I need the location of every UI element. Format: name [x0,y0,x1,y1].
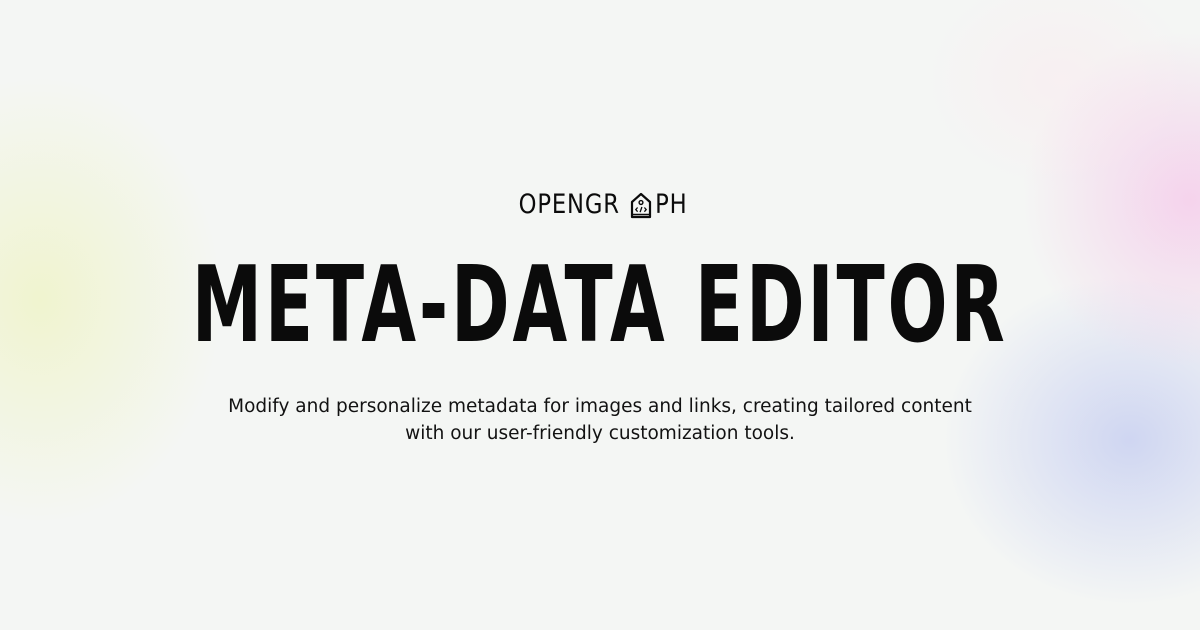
hero: OPENGR PH META-DATA EDITOR Modify and pe… [0,0,1200,630]
brand-logo: OPENGR PH [0,186,1200,223]
house-code-icon [630,192,652,218]
page-title-text: META-DATA EDITOR [192,242,1008,366]
brand-text-part1: OPENGR [519,188,621,220]
description: Modify and personalize metadata for imag… [228,396,972,444]
brand-text-part2: PH [655,188,688,220]
page-title: META-DATA EDITOR [0,243,1200,366]
